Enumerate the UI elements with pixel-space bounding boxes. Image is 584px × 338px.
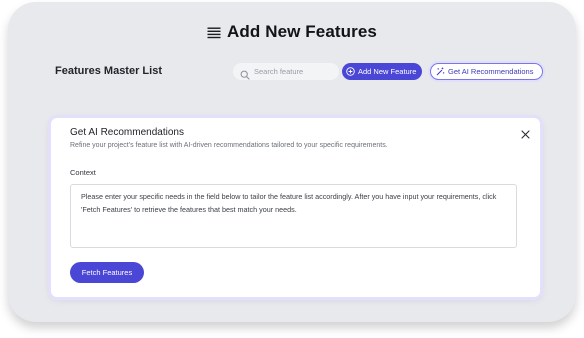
ai-recommendations-modal: Get AI Recommendations Refine your proje… xyxy=(51,118,540,297)
add-new-feature-label: Add New Feature xyxy=(358,67,417,76)
close-icon[interactable] xyxy=(521,126,530,139)
get-ai-recommendations-button[interactable]: Get AI Recommendations xyxy=(430,63,543,80)
plus-circle-icon xyxy=(346,67,355,76)
search-input[interactable] xyxy=(254,67,334,76)
features-master-list-label: Features Master List xyxy=(55,65,162,77)
search-field[interactable] xyxy=(233,63,339,80)
list-lines-icon xyxy=(207,26,221,39)
get-ai-recommendations-label: Get AI Recommendations xyxy=(448,67,534,76)
modal-title: Get AI Recommendations xyxy=(70,127,184,138)
modal-subtitle: Refine your project's feature list with … xyxy=(70,142,388,149)
add-new-feature-button[interactable]: Add New Feature xyxy=(342,63,422,80)
context-label: Context xyxy=(70,168,96,177)
fetch-features-button[interactable]: Fetch Features xyxy=(70,262,144,283)
page-title: Add New Features xyxy=(227,22,377,41)
search-icon xyxy=(240,67,250,80)
page-header: Add New Features xyxy=(8,21,576,43)
app-window: Add New Features Features Master List Ad… xyxy=(8,2,576,322)
context-textarea[interactable]: Please enter your specific needs in the … xyxy=(70,184,517,248)
magic-wand-icon xyxy=(436,67,445,76)
